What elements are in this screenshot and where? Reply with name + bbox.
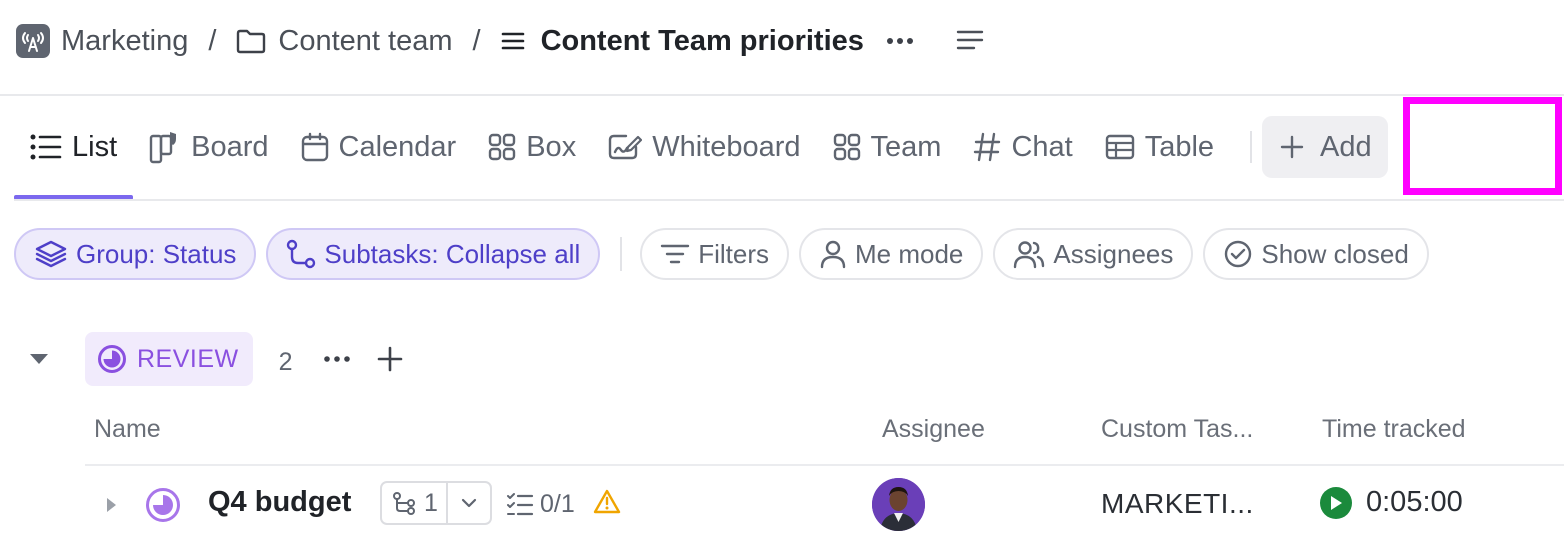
status-pill-review[interactable]: REVIEW — [85, 332, 253, 386]
tabs-divider — [14, 199, 1564, 201]
review-status-icon — [98, 345, 126, 373]
chip-label: Group: Status — [76, 238, 237, 269]
filter-icon — [661, 244, 690, 264]
task-name[interactable]: Q4 budget — [208, 486, 351, 519]
tab-label: Whiteboard — [652, 130, 801, 163]
assignees-button[interactable]: Assignees — [993, 228, 1194, 280]
breadcrumb-folder[interactable]: Content team — [278, 25, 452, 58]
custom-task-type[interactable]: MARKETI... — [1101, 488, 1254, 520]
board-icon — [149, 132, 177, 164]
tab-board[interactable]: Board — [133, 110, 284, 184]
subtask-count: 1 — [424, 488, 438, 517]
subtask-toggle[interactable]: 1 — [380, 481, 492, 525]
chevron-down-icon[interactable] — [448, 498, 490, 508]
description-icon[interactable] — [956, 29, 984, 53]
tab-label: Calendar — [338, 130, 457, 163]
breadcrumb-workspace[interactable]: Marketing — [61, 25, 188, 58]
add-task-plus-icon[interactable] — [377, 346, 403, 372]
status-group-header: REVIEW 2 — [28, 332, 403, 386]
breadcrumb-separator: / — [208, 24, 217, 57]
me-mode-button[interactable]: Me mode — [799, 228, 984, 280]
add-view-button[interactable]: Add — [1262, 116, 1388, 178]
play-timer-icon[interactable] — [1320, 486, 1352, 519]
breadcrumb-separator: / — [472, 24, 481, 57]
workspace-broadcast-icon[interactable] — [16, 24, 50, 58]
chips-separator — [620, 237, 623, 271]
filters-button[interactable]: Filters — [640, 228, 790, 280]
chip-label: Subtasks: Collapse all — [324, 238, 581, 269]
whiteboard-icon — [609, 134, 643, 160]
status-label: REVIEW — [137, 344, 239, 373]
chip-label: Show closed — [1261, 238, 1409, 269]
tabs-separator — [1250, 131, 1253, 163]
table-icon — [1105, 134, 1134, 160]
group-by-status-chip[interactable]: Group: Status — [14, 228, 257, 280]
subtask-icon — [287, 239, 316, 269]
chip-label: Filters — [698, 238, 770, 269]
time-tracked-value: 0:05:00 — [1366, 486, 1463, 518]
users-icon — [1014, 241, 1045, 269]
assignee-avatar[interactable] — [872, 478, 925, 531]
show-closed-button[interactable]: Show closed — [1203, 228, 1429, 280]
column-header-assignee[interactable]: Assignee — [882, 415, 985, 444]
list-lines-icon — [501, 32, 524, 50]
collapse-caret-icon[interactable] — [28, 352, 52, 366]
time-tracked-cell[interactable]: 0:05:00 — [1320, 486, 1463, 519]
team-icon — [833, 133, 860, 161]
more-options-icon[interactable] — [886, 26, 914, 56]
tab-label: Box — [526, 130, 577, 163]
folder-icon — [237, 29, 266, 54]
calendar-icon — [301, 132, 328, 162]
checklist-progress: 0/1 — [540, 490, 575, 518]
tab-list[interactable]: List — [14, 110, 134, 200]
table-row[interactable]: Q4 budget 1 0/1 MARKETI... 0:05:00 — [85, 466, 1564, 542]
column-header-name[interactable]: Name — [94, 415, 161, 444]
hash-icon — [974, 132, 1001, 162]
subtasks-collapse-chip[interactable]: Subtasks: Collapse all — [266, 228, 601, 280]
tab-label: Table — [1144, 130, 1215, 163]
plus-icon — [1280, 135, 1304, 159]
list-icon — [30, 134, 62, 160]
check-circle-icon — [1225, 240, 1252, 268]
tab-chat[interactable]: Chat — [957, 110, 1088, 184]
box-icon — [489, 133, 516, 161]
tab-box[interactable]: Box — [472, 110, 592, 184]
tab-whiteboard[interactable]: Whiteboard — [592, 110, 816, 184]
header-divider — [0, 94, 1564, 96]
add-view-label: Add — [1320, 130, 1372, 163]
layers-icon — [35, 240, 67, 268]
tab-label: Team — [870, 130, 942, 163]
chip-label: Assignees — [1053, 238, 1174, 269]
tab-label: List — [72, 130, 118, 163]
tab-calendar[interactable]: Calendar — [285, 110, 473, 184]
column-header-custom[interactable]: Custom Tas... — [1101, 415, 1253, 444]
chip-label: Me mode — [855, 238, 964, 269]
expand-caret-icon[interactable] — [105, 496, 117, 519]
tab-label: Board — [191, 130, 269, 163]
more-options-icon[interactable] — [323, 355, 351, 363]
tab-team[interactable]: Team — [817, 110, 958, 184]
filter-bar: Group: Status Subtasks: Collapse all Fil… — [14, 228, 1439, 280]
breadcrumb-current-list[interactable]: Content Team priorities — [541, 25, 864, 58]
subtask-icon — [393, 492, 415, 515]
group-task-count: 2 — [278, 347, 293, 376]
review-status-icon[interactable] — [145, 487, 181, 528]
user-icon — [820, 240, 846, 269]
tab-table[interactable]: Table — [1089, 110, 1230, 184]
checklist-icon — [507, 492, 534, 515]
warning-icon[interactable] — [593, 489, 621, 520]
checklist-indicator[interactable]: 0/1 — [506, 490, 575, 519]
column-header-time-tracked[interactable]: Time tracked — [1322, 415, 1466, 444]
highlight-annotation — [1403, 97, 1562, 195]
view-tabs: List Board Calendar Box Whiteboard Team … — [14, 110, 1388, 200]
breadcrumb: Marketing / Content team / Content Team … — [16, 18, 984, 64]
tab-label: Chat — [1011, 130, 1073, 163]
